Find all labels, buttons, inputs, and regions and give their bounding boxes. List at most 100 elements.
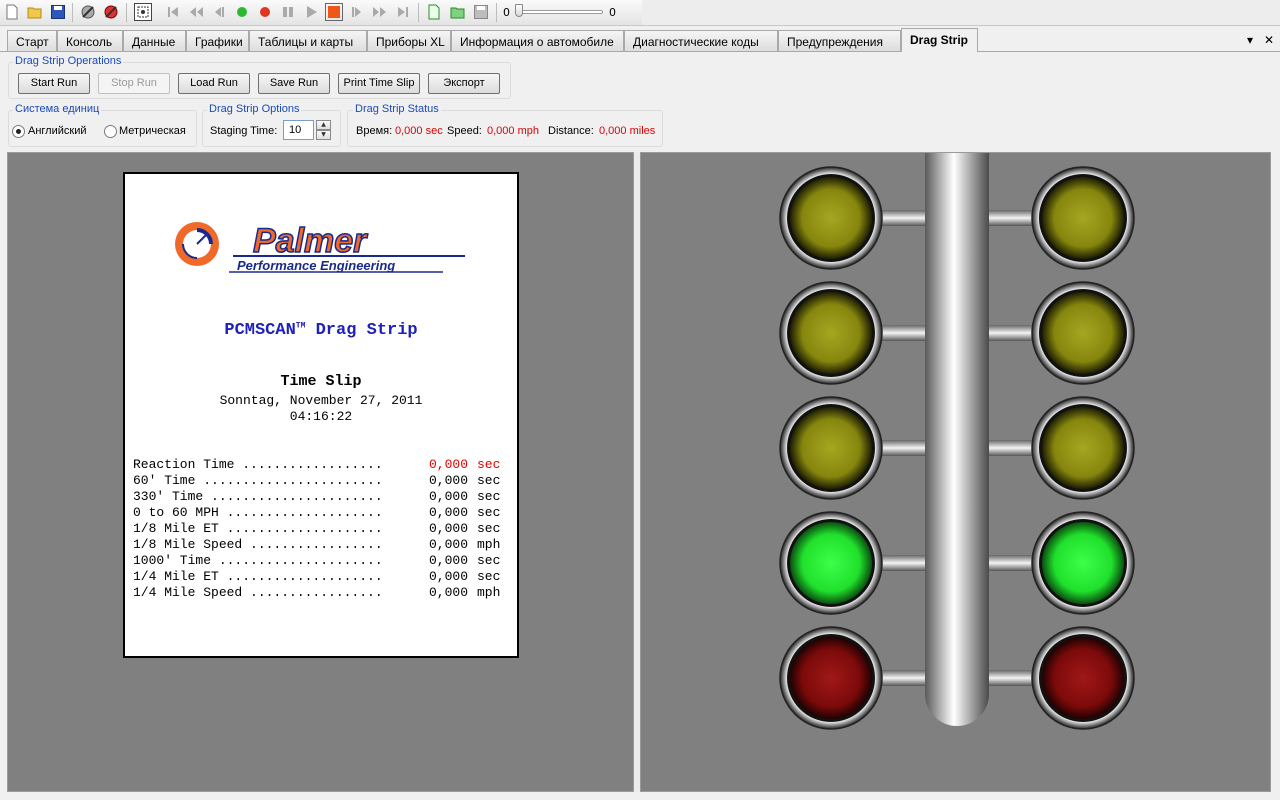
step-back-icon[interactable]	[210, 3, 228, 21]
slip-row-value: 0,000	[429, 473, 469, 488]
slip-title: PCMSCANTM Drag Strip	[224, 321, 418, 340]
tab-menu-icon[interactable]: ▾	[1247, 33, 1253, 47]
step-forward-icon[interactable]	[348, 3, 366, 21]
save-icon[interactable]	[49, 3, 67, 21]
play-green-icon[interactable]	[233, 3, 251, 21]
new-log-icon[interactable]	[425, 3, 443, 21]
tree-light-amber-right	[1031, 396, 1135, 500]
slip-row-value: 0,000	[429, 489, 469, 504]
start-run-button[interactable]: Start Run	[18, 73, 90, 94]
close-icon[interactable]: ✕	[1264, 33, 1274, 47]
open-log-icon[interactable]	[449, 3, 467, 21]
spin-up-icon[interactable]: ▲	[316, 120, 331, 130]
slip-row-label: 1/4 Mile ET ....................	[133, 569, 383, 584]
slip-row-value: 0,000	[429, 505, 469, 520]
status-distance-value: 0,000 miles	[599, 125, 656, 137]
slip-row-unit: sec	[477, 457, 501, 472]
slip-row-label: 1/8 Mile ET ....................	[133, 521, 383, 536]
slider-max-label: 0	[609, 6, 616, 19]
first-icon[interactable]	[164, 3, 182, 21]
slip-row-value: 0,000	[429, 537, 469, 552]
tree-arm-left	[879, 210, 925, 226]
slip-row-label: Reaction Time ..................	[133, 457, 383, 472]
slip-row-unit: sec	[477, 505, 501, 520]
gear-logo-icon	[175, 222, 219, 266]
disconnect-icon[interactable]	[79, 3, 97, 21]
playback-slider-thumb[interactable]	[515, 4, 523, 17]
stop-icon[interactable]	[325, 3, 343, 21]
save-run-button[interactable]: Save Run	[258, 73, 330, 94]
tab-start[interactable]: Старт	[7, 30, 57, 52]
rewind-icon[interactable]	[187, 3, 205, 21]
staging-time-input[interactable]: 10	[283, 120, 314, 140]
tab-console[interactable]: Консоль	[57, 30, 123, 52]
tab-gauges[interactable]: Приборы XL	[367, 30, 451, 52]
english-label[interactable]: Английский	[28, 125, 87, 137]
tree-arm-right	[987, 210, 1035, 226]
tree-arm-left	[879, 325, 925, 341]
slip-row-label: 0 to 60 MPH ....................	[133, 505, 383, 520]
load-run-button[interactable]: Load Run	[178, 73, 250, 94]
slip-date: Sonntag, November 27, 2011	[219, 393, 423, 408]
tree-light-green-right	[1031, 511, 1135, 615]
status-speed-value: 0,000 mph	[487, 125, 539, 137]
print-time-slip-button[interactable]: Print Time Slip	[338, 73, 420, 94]
open-folder-icon[interactable]	[26, 3, 44, 21]
christmas-tree-pane	[640, 152, 1271, 792]
tree-light-stage-left	[779, 281, 883, 385]
english-radio[interactable]	[12, 125, 25, 138]
tab-warnings[interactable]: Предупреждения	[778, 30, 901, 52]
slip-row-value: 0,000	[429, 521, 469, 536]
record-icon[interactable]	[256, 3, 274, 21]
tree-arm-left	[879, 555, 925, 571]
spin-down-icon[interactable]: ▼	[316, 130, 331, 140]
slip-row-unit: sec	[477, 521, 501, 536]
slip-row-label: 1/4 Mile Speed .................	[133, 585, 383, 600]
tab-graphs[interactable]: Графики	[186, 30, 249, 52]
save-log-icon[interactable]	[472, 3, 490, 21]
tree-pole	[925, 153, 989, 726]
slip-row-unit: mph	[477, 585, 501, 600]
time-slip: Palmer Performance Engineering PCMSCANTM…	[123, 172, 519, 658]
slip-row: 60' Time ....................... 0,000 sec	[133, 473, 505, 489]
slip-row: 1/8 Mile ET .................... 0,000 sec	[133, 521, 505, 537]
status-time-label: Время:	[356, 125, 393, 137]
slip-row-unit: sec	[477, 553, 501, 568]
operations-title: Drag Strip Operations	[13, 55, 124, 67]
metric-label[interactable]: Метрическая	[119, 125, 186, 137]
playback-slider-track[interactable]	[517, 10, 603, 14]
pause-icon[interactable]	[279, 3, 297, 21]
toolbar-empty-area	[642, 0, 1280, 25]
tab-data[interactable]: Данные	[123, 30, 186, 52]
tab-drag-strip[interactable]: Drag Strip	[901, 28, 978, 52]
tree-arm-left	[879, 670, 925, 686]
slip-row-label: 330' Time ......................	[133, 489, 383, 504]
select-icon[interactable]	[134, 3, 152, 21]
slip-row-label: 60' Time .......................	[133, 473, 383, 488]
time-slip-pane: Palmer Performance Engineering PCMSCANTM…	[7, 152, 634, 792]
slip-row: 0 to 60 MPH .................... 0,000 sec	[133, 505, 505, 521]
tab-tables[interactable]: Таблицы и карты	[249, 30, 367, 52]
last-icon[interactable]	[394, 3, 412, 21]
stop-run-button[interactable]: Stop Run	[98, 73, 170, 94]
tree-light-amber-left	[779, 396, 883, 500]
slip-row-unit: sec	[477, 569, 501, 584]
new-file-icon[interactable]	[3, 3, 21, 21]
export-button[interactable]: Экспорт	[428, 73, 500, 94]
svg-text:Palmer: Palmer	[253, 222, 368, 260]
fast-forward-icon[interactable]	[371, 3, 389, 21]
tab-vehicle-info[interactable]: Информация о автомобиле	[451, 30, 624, 52]
tree-light-pre-stage-left	[779, 166, 883, 270]
tab-dtc[interactable]: Диагностические коды	[624, 30, 778, 52]
slip-row-label: 1000' Time .....................	[133, 553, 383, 568]
tree-light-red-right	[1031, 626, 1135, 730]
connect-icon[interactable]	[102, 3, 120, 21]
tab-bar: Старт Консоль Данные Графики Таблицы и к…	[0, 28, 1280, 52]
slip-row-value: 0,000	[429, 569, 469, 584]
slip-row: Reaction Time .................. 0,000 sec	[133, 457, 505, 473]
svg-text:Performance Engineering: Performance Engineering	[237, 258, 395, 273]
play-icon[interactable]	[302, 3, 320, 21]
units-title: Система единиц	[13, 103, 102, 115]
metric-radio[interactable]	[104, 125, 117, 138]
palmer-logo: Palmer Performance Engineering	[175, 221, 465, 273]
